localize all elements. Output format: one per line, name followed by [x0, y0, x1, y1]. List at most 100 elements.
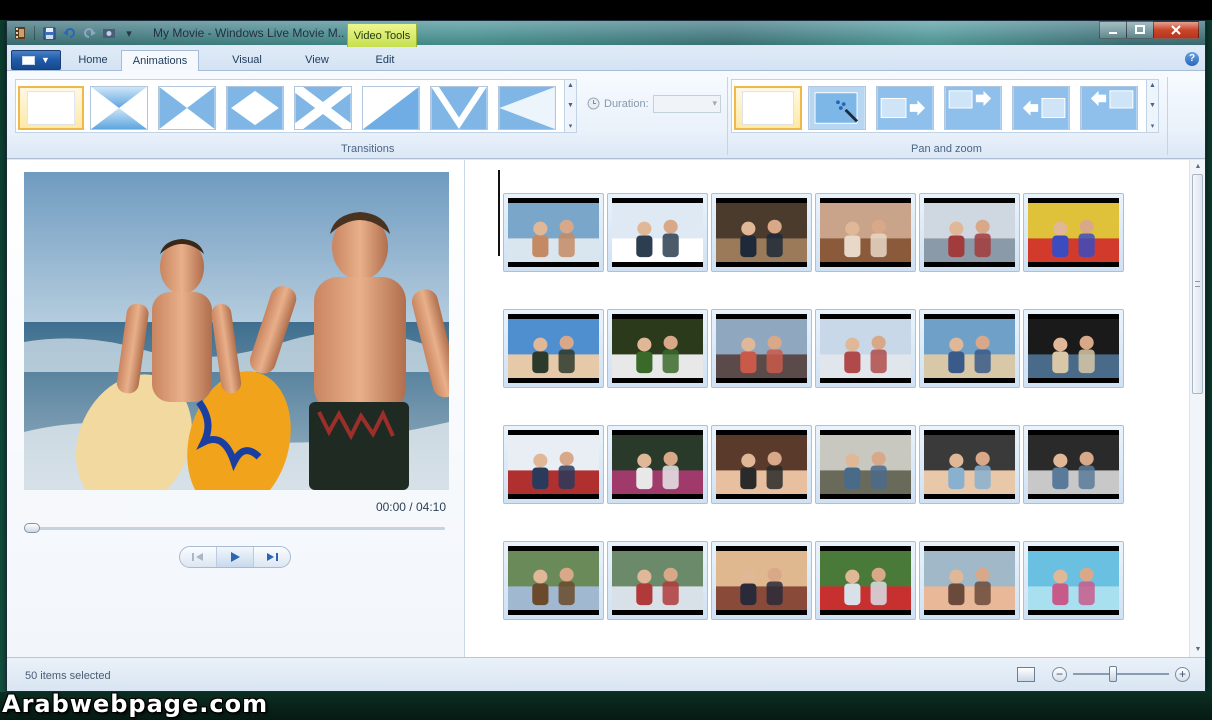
next-frame-icon [267, 553, 278, 561]
transition-wipe-diagonal[interactable] [362, 86, 420, 130]
seek-slider-track[interactable] [25, 527, 445, 530]
clip-frame [924, 546, 1015, 615]
storyboard-clip[interactable] [1023, 541, 1124, 620]
transition-chevron[interactable] [430, 86, 488, 130]
next-frame-button[interactable] [254, 547, 290, 567]
pan-zoom-left[interactable] [1012, 86, 1070, 130]
save-icon[interactable] [40, 25, 58, 41]
pan-zoom-none[interactable] [734, 86, 802, 130]
chevron-down-icon[interactable]: ▼ [1149, 102, 1156, 109]
minimize-button[interactable] [1099, 21, 1127, 39]
video-tools-context-header: Video Tools [347, 23, 417, 47]
storyboard-clip[interactable] [503, 541, 604, 620]
transition-cross-x[interactable] [294, 86, 352, 130]
previous-frame-icon [192, 553, 203, 561]
time-readout: 00:00 / 04:10 [375, 500, 446, 514]
preview-pane: 00:00 / 04:10 [7, 160, 465, 657]
pan-zoom-group-label: Pan and zoom [911, 143, 982, 155]
close-button[interactable] [1153, 21, 1199, 39]
storyboard-clip[interactable] [711, 193, 812, 272]
play-button[interactable] [217, 547, 254, 567]
redo-icon[interactable] [80, 25, 98, 41]
storyboard-clip[interactable] [711, 541, 812, 620]
storyboard-clip[interactable] [503, 309, 604, 388]
watermark-strip: Arabwebpage.com [0, 690, 1212, 720]
scrollbar-thumb[interactable] [1192, 174, 1203, 394]
pan-zoom-automatic[interactable] [808, 86, 866, 130]
application-menu-button[interactable]: ▼ [11, 50, 61, 70]
storyboard-clip[interactable] [503, 193, 604, 272]
storyboard-clip[interactable] [815, 193, 916, 272]
storyboard-clip[interactable] [503, 425, 604, 504]
duration-label-group: Duration: [587, 97, 649, 110]
pan-zoom-gallery-scroll[interactable]: ▲ ▼ ▾ [1146, 80, 1158, 132]
storyboard-clip[interactable] [607, 309, 708, 388]
transition-bowtie[interactable] [158, 86, 216, 130]
clip-thumbnail-image [612, 203, 703, 262]
clip-thumbnail-image [820, 203, 911, 262]
storyboard-clip[interactable] [607, 193, 708, 272]
preview-monitor[interactable] [24, 172, 449, 490]
thumbnail-size-icon[interactable] [1017, 667, 1035, 682]
tab-home[interactable]: Home [65, 50, 121, 71]
scroll-down-arrow[interactable]: ▼ [1190, 643, 1206, 657]
pan-zoom-right[interactable] [876, 86, 934, 130]
transition-diamond[interactable] [226, 86, 284, 130]
clip-frame [716, 430, 807, 499]
tab-edit[interactable]: Edit [353, 50, 417, 71]
undo-icon[interactable] [60, 25, 78, 41]
transition-cross-diagonal[interactable] [90, 86, 148, 130]
customize-icon[interactable]: ▾ [120, 25, 138, 41]
storyboard-clip[interactable] [1023, 193, 1124, 272]
storyboard-clip[interactable] [919, 425, 1020, 504]
clip-frame [1028, 314, 1119, 383]
movie-maker-icon[interactable] [11, 25, 29, 41]
maximize-button[interactable] [1126, 21, 1154, 39]
duration-dropdown[interactable] [653, 95, 721, 113]
clock-icon [587, 97, 600, 110]
seek-slider-thumb[interactable] [24, 523, 40, 533]
clip-frame [1028, 546, 1119, 615]
help-icon[interactable]: ? [1185, 52, 1199, 66]
transition-none[interactable] [18, 86, 84, 130]
storyboard-clip[interactable] [711, 309, 812, 388]
storyboard-clip[interactable] [919, 541, 1020, 620]
storyboard-clip[interactable] [607, 425, 708, 504]
storyboard-clip[interactable] [815, 541, 916, 620]
transition-wedge[interactable] [498, 86, 556, 130]
gallery-expand-icon[interactable]: ▾ [1151, 122, 1155, 130]
clip-frame [612, 198, 703, 267]
storyboard-clip[interactable] [1023, 425, 1124, 504]
storyboard-scrollbar[interactable]: ▲ ▼ [1189, 160, 1205, 657]
scroll-up-arrow[interactable]: ▲ [1190, 160, 1206, 174]
zoom-slider-track[interactable] [1073, 673, 1169, 675]
storyboard-clip[interactable] [1023, 309, 1124, 388]
scrollbar-grip [1195, 281, 1200, 287]
previous-frame-button[interactable] [180, 547, 217, 567]
pan-zoom-up-left[interactable] [1080, 86, 1138, 130]
clip-thumbnail-image [612, 319, 703, 378]
chevron-down-icon[interactable]: ▼ [567, 102, 574, 109]
zoom-out-button[interactable]: − [1052, 667, 1067, 682]
zoom-in-button[interactable]: + [1175, 667, 1190, 682]
storyboard-clip[interactable] [919, 193, 1020, 272]
storyboard-clip[interactable] [815, 425, 916, 504]
chevron-up-icon[interactable]: ▲ [1149, 82, 1156, 89]
tab-visual-effects[interactable]: Visual Effects [205, 50, 289, 86]
tab-animations[interactable]: Animations [121, 50, 199, 72]
chevron-down-icon: ▼ [41, 55, 50, 65]
title-bar: ▾ My Movie - Windows Live Movie M... Vid… [7, 21, 1205, 47]
storyboard-clip[interactable] [919, 309, 1020, 388]
gallery-expand-icon[interactable]: ▾ [569, 122, 573, 130]
snapshot-icon[interactable] [100, 25, 118, 41]
storyboard-clip[interactable] [711, 425, 812, 504]
storyboard [467, 160, 1189, 657]
playhead[interactable] [498, 170, 500, 256]
storyboard-clip[interactable] [607, 541, 708, 620]
tab-view[interactable]: View [293, 50, 341, 71]
storyboard-clip[interactable] [815, 309, 916, 388]
chevron-up-icon[interactable]: ▲ [567, 82, 574, 89]
pan-zoom-up-right[interactable] [944, 86, 1002, 130]
transitions-gallery-scroll[interactable]: ▲ ▼ ▾ [564, 80, 576, 132]
zoom-slider-thumb[interactable] [1109, 666, 1117, 682]
